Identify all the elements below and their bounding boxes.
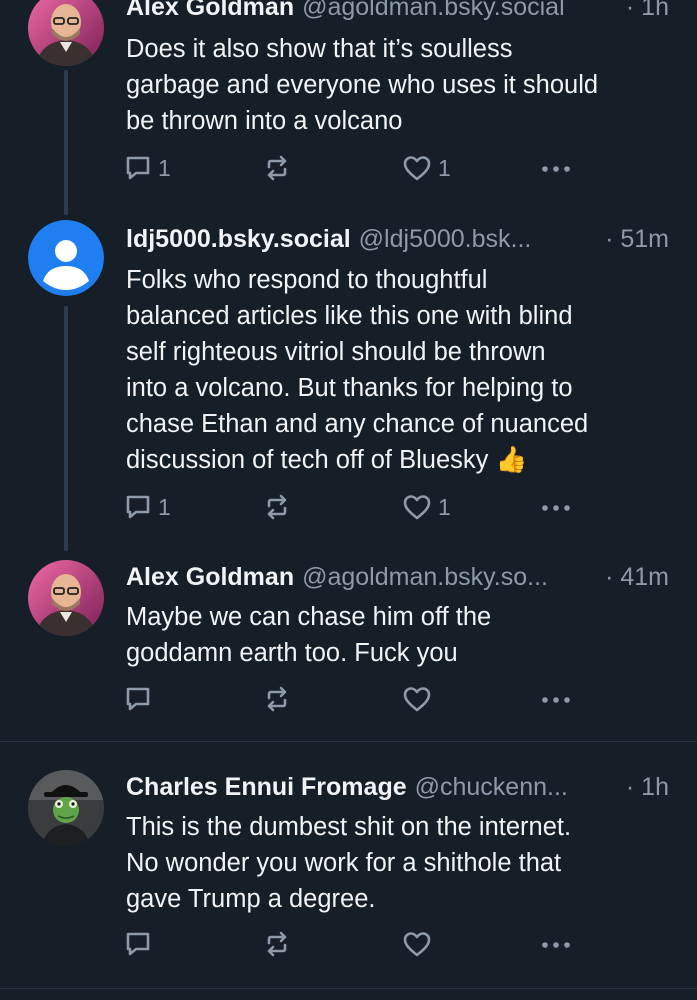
post-actions: 1 1 [124,151,574,185]
author-handle[interactable]: @chuckenn... [415,772,616,802]
thread-feed: Alex Goldman @agoldman.bsky.social · 1h … [0,0,697,1000]
author-name[interactable]: ldj5000.bsky.social [126,224,351,254]
post-divider [0,741,697,742]
ellipsis-icon [542,166,570,172]
post-text-line: self righteous vitriol should be thrown [126,338,546,366]
post-text-line: Does it also show that it’s soulless [126,35,513,63]
post-text-line: Folks who respond to thoughtful [126,266,488,294]
post-text-line: goddamn earth too. Fuck you [126,639,458,667]
post-header: Alex Goldman @agoldman.bsky.social · 1h [126,0,669,22]
speech-bubble-icon [126,932,150,956]
heart-icon [403,932,431,957]
post-text-line: into a volcano. But thanks for helping t… [126,374,573,402]
post-body: This is the dumbest shit on the internet… [126,809,657,917]
post-body: Does it also show that it’s soulless gar… [126,31,657,139]
repost-button[interactable] [262,490,298,524]
more-options-button[interactable] [539,490,573,524]
post-time[interactable]: · 1h [626,0,669,22]
author-handle[interactable]: @agoldman.bsky.so... [302,562,595,592]
post-text-line: gave Trump a degree. [126,885,376,913]
like-button[interactable] [402,927,438,961]
speech-bubble-icon [126,687,150,711]
ellipsis-icon [542,505,570,511]
post-body: Folks who respond to thoughtful balanced… [126,262,657,478]
post-text-line: garbage and everyone who uses it should [126,71,599,99]
post[interactable]: Charles Ennui Fromage @chuckenn... · 1h … [0,770,697,988]
post[interactable]: ldj5000.bsky.social @ldj5000.bsk... · 51… [0,220,697,551]
reply-button[interactable] [124,927,158,961]
frog-avatar-icon [28,770,104,846]
post-text-line: chase Ethan and any chance of nuanced [126,410,589,438]
like-button[interactable] [402,682,438,716]
more-options-button[interactable] [539,927,573,961]
post-time[interactable]: · 51m [605,224,669,254]
post-header: ldj5000.bsky.social @ldj5000.bsk... · 51… [126,224,669,254]
post-time[interactable]: · 41m [605,562,669,592]
repost-button[interactable] [262,927,298,961]
post-text-line: This is the dumbest shit on the internet… [126,813,572,841]
post-text-line: be thrown into a volcano [126,107,403,135]
avatar[interactable] [28,220,104,296]
post-header: Charles Ennui Fromage @chuckenn... · 1h [126,772,669,802]
like-count: 1 [438,154,451,181]
speech-bubble-icon [126,495,150,519]
repost-button[interactable] [262,682,298,716]
post-body: Maybe we can chase him off the goddamn e… [126,599,657,671]
author-name[interactable]: Alex Goldman [126,562,294,592]
avatar-photo-icon [28,560,104,636]
like-button[interactable]: 1 [402,151,451,185]
repost-button[interactable] [262,151,298,185]
post[interactable]: Alex Goldman @agoldman.bsky.so... · 41m … [0,560,697,740]
heart-icon [403,156,431,181]
ellipsis-icon [542,942,570,948]
reply-button[interactable] [124,682,158,716]
repost-arrows-icon [267,494,287,520]
post-text-line: No wonder you work for a shithole that [126,849,562,877]
post[interactable]: Alex Goldman @agoldman.bsky.social · 1h … [0,0,697,215]
post-header: Alex Goldman @agoldman.bsky.so... · 41m [126,562,669,592]
speech-bubble-icon [126,156,150,180]
like-button[interactable]: 1 [402,490,451,524]
author-handle[interactable]: @agoldman.bsky.social [302,0,616,22]
heart-icon [403,495,431,520]
post-actions [124,927,574,961]
reply-count: 1 [158,154,171,181]
repost-arrows-icon [267,155,287,181]
thread-line [64,306,68,551]
more-options-button[interactable] [539,151,573,185]
post-actions [124,682,574,716]
more-options-button[interactable] [539,682,573,716]
avatar[interactable] [28,770,104,846]
post-text-line: balanced articles like this one with bli… [126,302,573,330]
avatar-photo-icon [28,0,104,66]
post-actions: 1 1 [124,490,574,524]
heart-icon [403,687,431,712]
like-count: 1 [438,493,451,520]
author-name[interactable]: Alex Goldman [126,0,294,22]
post-text-line: Maybe we can chase him off the [126,603,492,631]
post-divider [0,988,697,989]
reply-button[interactable]: 1 [124,151,171,185]
post-time[interactable]: · 1h [626,772,669,802]
thread-line [64,70,68,215]
avatar[interactable] [28,0,104,66]
reply-count: 1 [158,493,171,520]
default-user-icon [28,220,104,296]
author-handle[interactable]: @ldj5000.bsk... [359,224,595,254]
avatar[interactable] [28,560,104,636]
repost-arrows-icon [267,686,287,712]
author-name[interactable]: Charles Ennui Fromage [126,772,407,802]
post-text-line: discussion of tech off of Bluesky 👍 [126,446,528,474]
ellipsis-icon [542,697,570,703]
reply-button[interactable]: 1 [124,490,171,524]
repost-arrows-icon [267,931,287,957]
